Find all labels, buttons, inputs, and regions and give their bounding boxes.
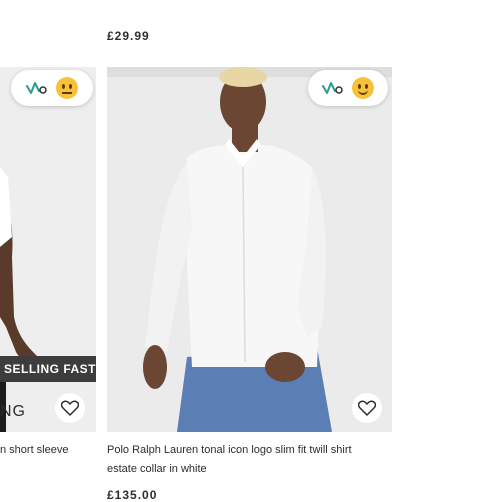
rating-pill-left[interactable] xyxy=(11,70,93,106)
previous-product-price: £29.99 xyxy=(107,29,150,43)
neutral-face-icon xyxy=(56,77,78,99)
brand-logo-icon xyxy=(322,82,343,94)
product-title-line-1: Polo Ralph Lauren tonal icon logo slim f… xyxy=(107,444,352,456)
selling-fast-badge: SELLING FAST xyxy=(0,356,96,382)
product-title-right[interactable]: Polo Ralph Lauren tonal icon logo slim f… xyxy=(107,441,397,479)
product-title-line-2: estate collar in white xyxy=(107,463,207,475)
rating-pill-right[interactable] xyxy=(308,70,388,106)
model-photo-right xyxy=(107,67,392,432)
brand-label-fragment: NG xyxy=(0,403,26,420)
save-for-later-button-right[interactable] xyxy=(352,393,382,423)
product-image-right[interactable] xyxy=(107,67,392,432)
heart-icon xyxy=(61,400,79,416)
heart-icon xyxy=(358,400,376,416)
save-for-later-button-left[interactable] xyxy=(55,393,85,423)
brand-logo-icon xyxy=(26,82,47,94)
smiling-face-icon xyxy=(352,77,374,99)
product-title-left[interactable]: n short sleeve xyxy=(0,441,68,460)
